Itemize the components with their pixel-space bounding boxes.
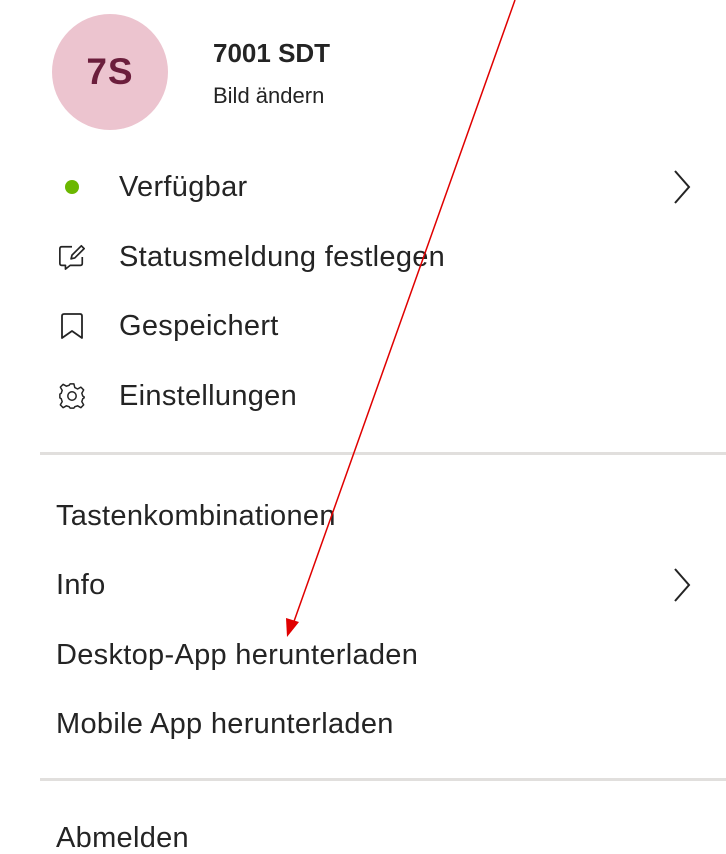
menu-item-saved[interactable]: Gespeichert bbox=[0, 298, 726, 354]
available-dot-icon bbox=[58, 173, 86, 201]
menu-item-set-status-message[interactable]: Statusmeldung festlegen bbox=[0, 229, 726, 285]
menu-item-keyboard-shortcuts[interactable]: Tastenkombinationen bbox=[0, 488, 726, 544]
profile-header: 7S 7001 SDT Bild ändern bbox=[52, 14, 330, 130]
section-divider bbox=[40, 452, 726, 455]
profile-name: 7001 SDT bbox=[213, 38, 331, 68]
menu-item-label: Einstellungen bbox=[119, 379, 298, 412]
menu-item-label: Tastenkombinationen bbox=[56, 499, 336, 532]
menu-item-label: Info bbox=[56, 568, 106, 601]
menu-item-download-mobile-app[interactable]: Mobile App herunterladen bbox=[0, 696, 726, 752]
status-message-icon bbox=[58, 243, 86, 271]
menu-item-info[interactable]: Info bbox=[0, 557, 726, 613]
profile-menu-panel: 7S 7001 SDT Bild ändern Verfügbar Status… bbox=[0, 0, 726, 854]
change-picture-link[interactable]: Bild ändern bbox=[213, 83, 330, 109]
menu-item-download-desktop-app[interactable]: Desktop-App herunterladen bbox=[0, 627, 726, 683]
menu-item-label: Abmelden bbox=[56, 821, 189, 854]
menu-item-label: Gespeichert bbox=[119, 309, 279, 342]
avatar[interactable]: 7S bbox=[52, 14, 168, 130]
chevron-right-icon bbox=[674, 568, 691, 602]
gear-icon bbox=[58, 382, 86, 410]
menu-item-settings[interactable]: Einstellungen bbox=[0, 368, 726, 424]
menu-item-label: Mobile App herunterladen bbox=[56, 707, 394, 740]
menu-item-label: Desktop-App herunterladen bbox=[56, 638, 419, 671]
menu-item-label: Verfügbar bbox=[119, 170, 248, 203]
menu-item-sign-out[interactable]: Abmelden bbox=[0, 810, 726, 854]
section-divider bbox=[40, 778, 726, 781]
menu-item-label: Statusmeldung festlegen bbox=[119, 240, 446, 273]
bookmark-icon bbox=[58, 312, 86, 340]
menu-item-availability[interactable]: Verfügbar bbox=[0, 159, 726, 215]
profile-text: 7001 SDT Bild ändern bbox=[213, 38, 330, 109]
chevron-right-icon bbox=[674, 170, 691, 204]
